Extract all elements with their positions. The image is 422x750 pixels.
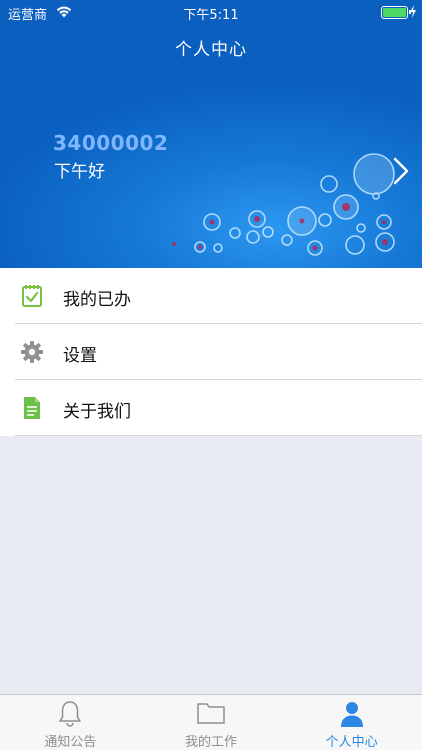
checklist-icon — [22, 285, 42, 307]
gear-icon — [21, 341, 43, 363]
tab-label: 通知公告 — [44, 735, 97, 750]
status-time: 下午5:11 — [183, 8, 239, 23]
tab-label: 我的工作 — [185, 735, 238, 750]
status-bar: 运营商 下午5:11 — [0, 0, 422, 24]
menu-item-settings[interactable]: 设置 — [0, 324, 422, 380]
chevron-right-icon[interactable] — [392, 156, 410, 186]
charging-icon — [410, 5, 416, 18]
greeting-text: 下午好 — [54, 162, 105, 182]
menu-item-about-us[interactable]: 关于我们 — [0, 380, 422, 436]
bubbles-illustration — [172, 153, 395, 256]
profile-header: 运营商 下午5:11 个人中心 34000002 下午好 — [0, 0, 422, 268]
menu-item-label: 设置 — [63, 346, 97, 366]
folder-icon — [197, 703, 225, 724]
tab-my-work[interactable]: 我的工作 — [141, 695, 282, 750]
tab-profile[interactable]: 个人中心 — [281, 695, 422, 750]
battery-icon — [381, 6, 411, 19]
menu-item-done-tasks[interactable]: 我的已办 — [0, 268, 422, 324]
menu-list: 我的已办 设置 关于我们 — [0, 268, 422, 436]
document-icon — [24, 397, 40, 419]
tab-label: 个人中心 — [325, 735, 378, 750]
page-title: 个人中心 — [175, 40, 247, 60]
bell-icon — [59, 701, 82, 727]
menu-item-label: 我的已办 — [63, 290, 131, 310]
tab-notices[interactable]: 通知公告 — [0, 695, 141, 750]
person-icon — [340, 702, 363, 727]
tab-bar: 通知公告 我的工作 个人中心 — [0, 694, 422, 750]
menu-item-label: 关于我们 — [63, 402, 131, 422]
divider — [15, 435, 422, 436]
